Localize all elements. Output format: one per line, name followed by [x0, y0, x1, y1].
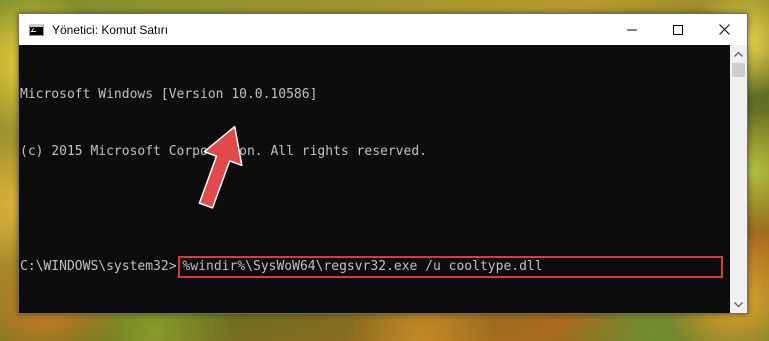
chevron-up-icon — [734, 51, 743, 57]
chevron-down-icon — [734, 301, 743, 307]
command-text: %windir%\SysWoW64\regsvr32.exe /u coolty… — [182, 259, 543, 274]
close-icon — [718, 24, 730, 35]
minimize-icon — [627, 29, 637, 30]
console-line: (c) 2015 Microsoft Corporotion. All righ… — [20, 144, 427, 159]
maximize-button[interactable] — [655, 14, 701, 45]
red-arrow-icon — [198, 125, 243, 209]
scroll-thumb[interactable] — [732, 63, 745, 77]
maximize-icon — [673, 24, 683, 35]
cmd-icon — [29, 23, 44, 36]
minimize-button[interactable] — [609, 14, 655, 45]
scroll-up-button[interactable] — [730, 45, 747, 62]
title-bar[interactable]: Yönetici: Komut Satırı — [19, 14, 747, 45]
highlighted-command: %windir%\SysWoW64\regsvr32.exe /u coolty… — [177, 256, 723, 278]
prompt-text: C:\WINDOWS\system32> — [20, 259, 177, 274]
close-button[interactable] — [701, 14, 747, 45]
command-prompt-window: Yönetici: Komut Satırı Microsoft Windows… — [18, 13, 748, 314]
window-title: Yönetici: Komut Satırı — [52, 22, 169, 37]
console-line: Microsoft Windows [Version 10.0.10586] — [20, 87, 318, 102]
scroll-down-button[interactable] — [730, 296, 747, 313]
command-line: C:\WINDOWS\system32> %windir%\SysWoW64\re… — [20, 256, 730, 278]
vertical-scrollbar[interactable] — [730, 45, 747, 313]
console-output[interactable]: Microsoft Windows [Version 10.0.10586] (… — [19, 45, 730, 313]
window-controls — [609, 14, 747, 45]
